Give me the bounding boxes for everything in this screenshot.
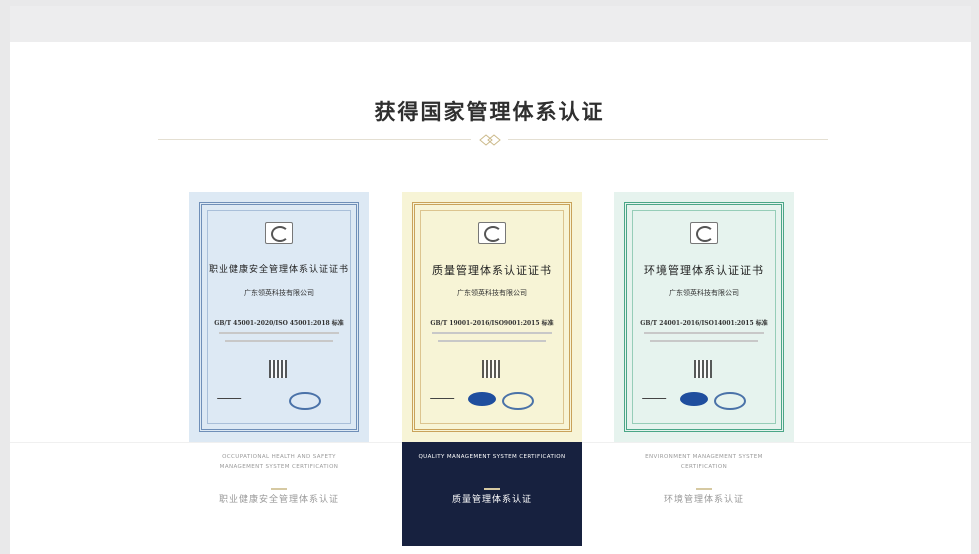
certificate-text-line <box>650 340 758 342</box>
title-divider-left <box>158 139 471 140</box>
iaf-seal-icon <box>468 392 496 406</box>
certificate-text-line <box>438 340 546 342</box>
certificate-standard: GB/T 45001-2020/ISO 45001:2018 标准 <box>214 320 344 327</box>
certificate-title: 环境管理体系认证证书 <box>644 264 764 277</box>
top-bar <box>10 6 971 42</box>
certificate-text-line <box>219 332 339 334</box>
title-divider-right <box>508 139 828 140</box>
diamond-ornament-icon <box>472 132 508 146</box>
section-title: 获得国家管理体系认证 <box>374 100 605 124</box>
certificate-caption-quality[interactable]: QUALITY MANAGEMENT SYSTEM CERTIFICATION … <box>402 442 582 546</box>
caption-chinese: 职业健康安全管理体系认证 <box>218 495 339 505</box>
certificate-company: 广东领英科技有限公司 <box>669 289 739 297</box>
caption-divider <box>271 488 287 490</box>
qr-code-icon <box>482 360 500 378</box>
qr-code-icon <box>269 360 287 378</box>
certificate-text-line <box>644 332 764 334</box>
certificate-standard: GB/T 24001-2016/ISO14001:2015 标准 <box>640 320 768 327</box>
signature-icon <box>429 388 459 399</box>
certificate-company: 广东领英科技有限公司 <box>244 289 314 297</box>
caption-english: ENVIRONMENT MANAGEMENT SYSTEM CERTIFICAT… <box>645 454 763 470</box>
certificate-image-ohs[interactable]: 职业健康安全管理体系认证证书 广东领英科技有限公司 GB/T 45001-202… <box>189 192 369 442</box>
qr-code-icon <box>694 360 712 378</box>
caption-english: QUALITY MANAGEMENT SYSTEM CERTIFICATION <box>418 454 566 460</box>
certificate-title: 职业健康安全管理体系认证证书 <box>208 265 349 275</box>
cnas-seal-icon <box>714 392 746 410</box>
certificate-text-line <box>432 332 552 334</box>
certificate-caption-environment[interactable]: ENVIRONMENT MANAGEMENT SYSTEM CERTIFICAT… <box>614 442 794 546</box>
certificate-text-line <box>225 340 333 342</box>
certificate-image-quality[interactable]: 质量管理体系认证证书 广东领英科技有限公司 GB/T 19001-2016/IS… <box>402 192 582 442</box>
certificate-caption-ohs[interactable]: OCCUPATIONAL HEALTH AND SAFETY MANAGEMEN… <box>189 442 369 546</box>
certification-body-logo-icon <box>265 222 293 244</box>
certificate-title: 质量管理体系认证证书 <box>432 264 552 277</box>
caption-english: OCCUPATIONAL HEALTH AND SAFETY MANAGEMEN… <box>219 454 339 470</box>
certification-body-logo-icon <box>690 222 718 244</box>
certificate-image-environment[interactable]: 环境管理体系认证证书 广东领英科技有限公司 GB/T 24001-2016/IS… <box>614 192 794 442</box>
caption-divider <box>484 488 500 490</box>
iaf-seal-icon <box>680 392 708 406</box>
certificate-standard: GB/T 19001-2016/ISO9001:2015 标准 <box>430 320 554 327</box>
signature-icon <box>216 388 246 399</box>
cnas-seal-icon <box>502 392 534 410</box>
caption-chinese: 环境管理体系认证 <box>663 495 744 505</box>
certificate-company: 广东领英科技有限公司 <box>457 289 527 297</box>
caption-divider <box>696 488 712 490</box>
cnas-seal-icon <box>289 392 321 410</box>
caption-chinese: 质量管理体系认证 <box>451 495 532 505</box>
certification-body-logo-icon <box>478 222 506 244</box>
signature-icon <box>641 388 671 399</box>
